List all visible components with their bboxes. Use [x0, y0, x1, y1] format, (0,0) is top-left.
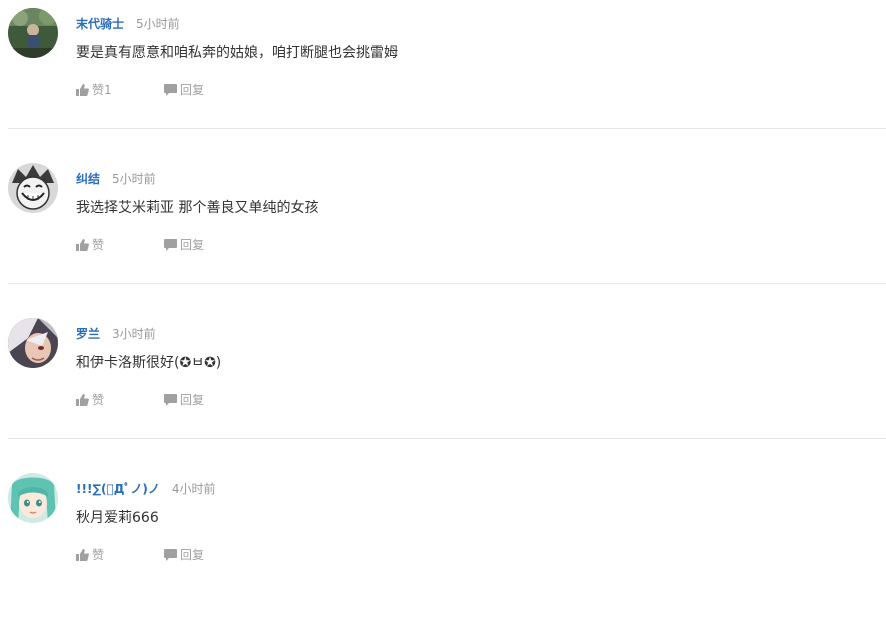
timestamp: 5小时前 — [136, 17, 180, 31]
username[interactable]: 纠结 — [76, 172, 100, 186]
comment-text: 和伊卡洛斯很好(✪ㅂ✪) — [76, 355, 222, 371]
reply-button[interactable]: 回复 — [164, 546, 204, 563]
comment-item: 罗兰 3小时前 和伊卡洛斯很好(✪ㅂ✪) 赞 回复 — [0, 310, 886, 465]
speech-bubble-icon — [164, 84, 177, 96]
comment-header: 纠结 5小时前 — [76, 168, 156, 186]
thumbs-up-icon — [76, 549, 89, 561]
like-button[interactable]: 赞 — [76, 391, 104, 408]
reply-button[interactable]: 回复 — [164, 81, 204, 98]
thumbs-up-icon — [76, 239, 89, 251]
speech-bubble-icon — [164, 239, 177, 251]
reply-button[interactable]: 回复 — [164, 236, 204, 253]
username[interactable]: 末代骑士 — [76, 17, 124, 31]
avatar[interactable] — [8, 163, 58, 213]
divider — [8, 283, 886, 284]
comment-header: !!!∑(ﾟДﾟノ)ノ 4小时前 — [76, 478, 216, 496]
comment-text: 要是真有愿意和咱私奔的姑娘，咱打断腿也会挑雷姆 — [76, 45, 398, 61]
username[interactable]: 罗兰 — [76, 327, 100, 341]
username[interactable]: !!!∑(ﾟДﾟノ)ノ — [76, 482, 160, 496]
avatar[interactable] — [8, 8, 58, 58]
comment-header: 罗兰 3小时前 — [76, 323, 156, 341]
comment-header: 末代骑士 5小时前 — [76, 13, 180, 31]
timestamp: 3小时前 — [112, 327, 156, 341]
avatar[interactable] — [8, 473, 58, 523]
reply-label: 回复 — [180, 393, 205, 407]
reply-label: 回复 — [180, 548, 205, 562]
speech-bubble-icon — [164, 394, 177, 406]
comment-item: 末代骑士 5小时前 要是真有愿意和咱私奔的姑娘，咱打断腿也会挑雷姆 赞1 回复 — [0, 0, 886, 155]
like-label: 赞 — [92, 238, 105, 252]
thumbs-up-icon — [76, 84, 89, 96]
divider — [8, 128, 886, 129]
like-button[interactable]: 赞 — [76, 546, 104, 563]
comment-list: 末代骑士 5小时前 要是真有愿意和咱私奔的姑娘，咱打断腿也会挑雷姆 赞1 回复 — [0, 0, 886, 565]
like-button[interactable]: 赞 — [76, 236, 104, 253]
like-label: 赞1 — [92, 83, 112, 97]
divider — [8, 438, 886, 439]
thumbs-up-icon — [76, 394, 89, 406]
comment-item: 纠结 5小时前 我选择艾米莉亚 那个善良又单纯的女孩 赞 回复 — [0, 155, 886, 310]
reply-label: 回复 — [180, 83, 205, 97]
comment-item: !!!∑(ﾟДﾟノ)ノ 4小时前 秋月爱莉666 赞 回复 — [0, 465, 886, 620]
timestamp: 5小时前 — [112, 172, 156, 186]
reply-label: 回复 — [180, 238, 205, 252]
comment-text: 秋月爱莉666 — [76, 510, 159, 526]
avatar[interactable] — [8, 318, 58, 368]
like-label: 赞 — [92, 548, 105, 562]
like-button[interactable]: 赞1 — [76, 81, 112, 98]
comment-text: 我选择艾米莉亚 那个善良又单纯的女孩 — [76, 200, 319, 216]
like-label: 赞 — [92, 393, 105, 407]
speech-bubble-icon — [164, 549, 177, 561]
timestamp: 4小时前 — [171, 482, 216, 496]
reply-button[interactable]: 回复 — [164, 391, 204, 408]
